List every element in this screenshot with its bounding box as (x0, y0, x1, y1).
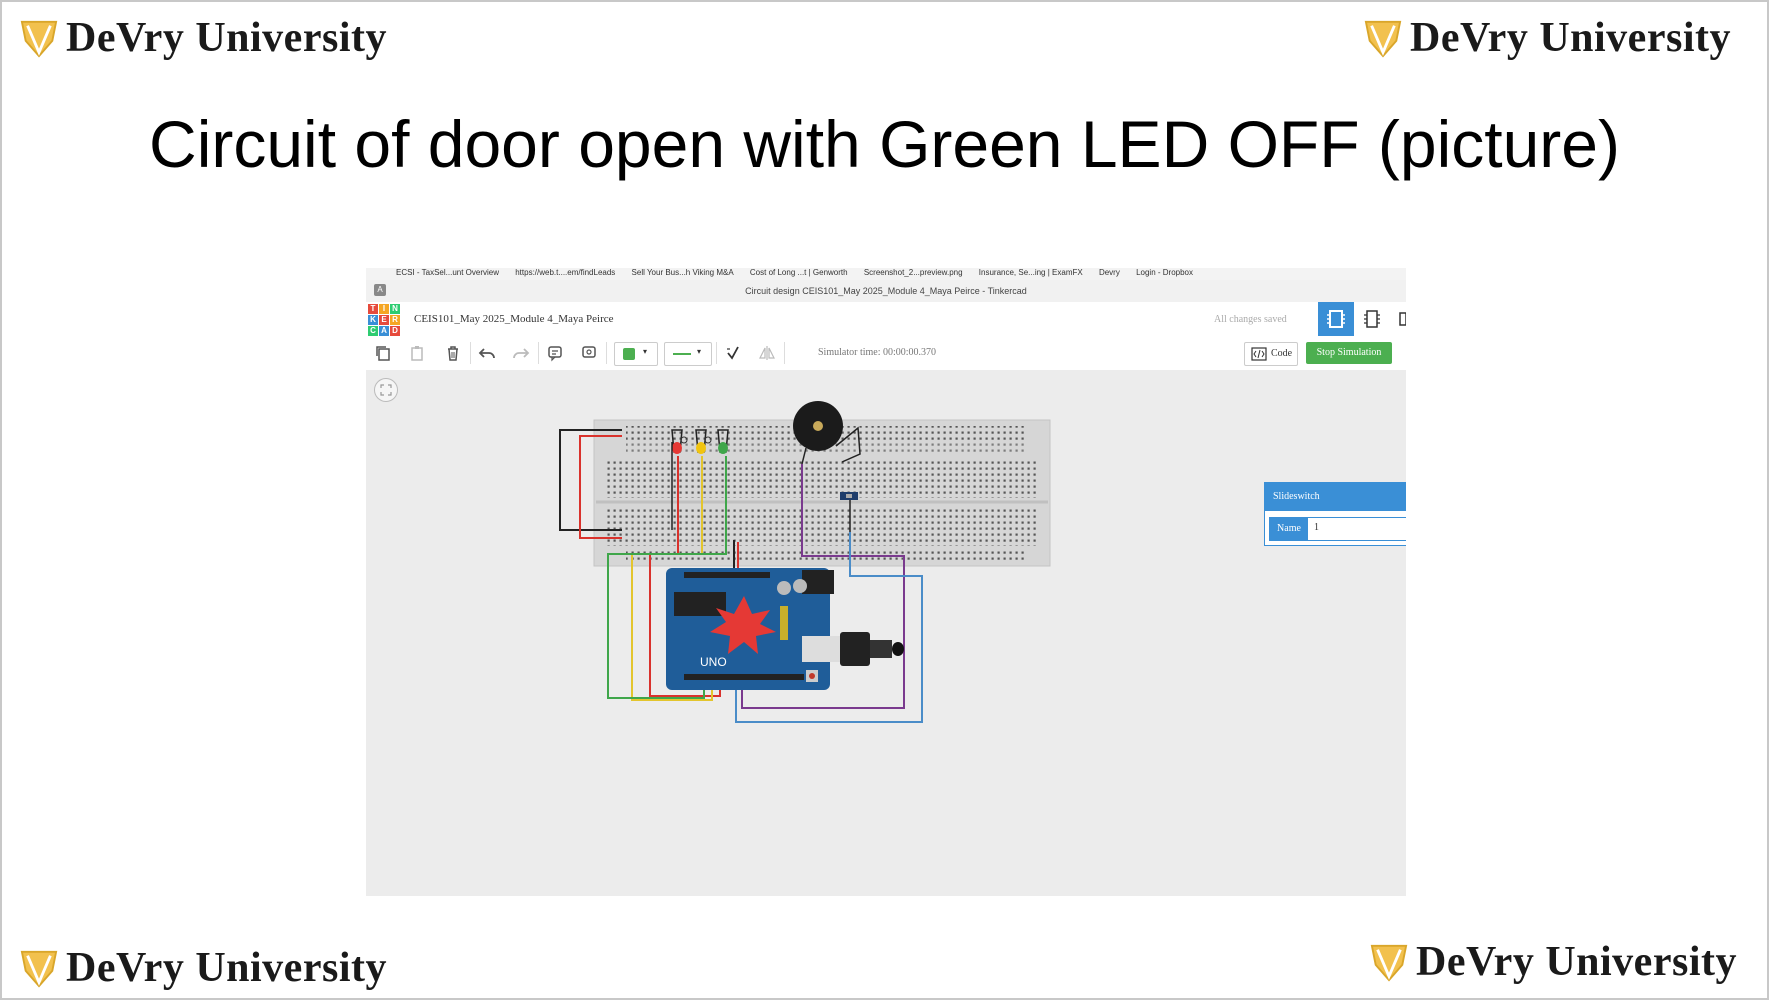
bookmark-item[interactable]: Sell Your Bus...h Viking M&A (632, 268, 734, 277)
chip-icon (1327, 310, 1345, 328)
circuit-canvas[interactable]: UNO Slideswitch Name 1 (366, 370, 1406, 896)
copy-icon[interactable] (374, 344, 392, 362)
devry-shield-icon (20, 20, 58, 58)
simulator-time: Simulator time: 00:00:00.370 (818, 347, 937, 358)
rotate-icon[interactable] (724, 344, 742, 362)
chevron-down-icon: ▾ (643, 347, 648, 356)
name-value[interactable]: 1 (1314, 522, 1319, 533)
toolbar-divider (716, 342, 717, 364)
app-header: T I N K E R C A D CEIS101_May 2025_Modul… (366, 302, 1406, 337)
wire-style-icon (673, 353, 691, 355)
inspector-panel: Slideswitch Name 1 (1264, 482, 1406, 546)
undo-icon[interactable] (478, 344, 496, 362)
logo-letter: K (368, 315, 378, 325)
stop-simulation-button[interactable]: Stop Simulation (1306, 342, 1392, 364)
toolbar-divider (538, 342, 539, 364)
bookmark-item[interactable]: Cost of Long ...t | Genworth (750, 268, 848, 277)
schematic-view-button[interactable] (1354, 302, 1390, 336)
color-swatch (623, 348, 635, 360)
list-icon (1399, 312, 1406, 326)
color-picker[interactable]: ▾ (614, 342, 658, 366)
logo-letter: E (379, 315, 389, 325)
devry-shield-icon (20, 950, 58, 988)
window-title: Circuit design CEIS101_May 2025_Module 4… (745, 286, 1027, 296)
flip-icon[interactable] (758, 344, 776, 362)
save-status: All changes saved (1214, 314, 1287, 325)
code-button[interactable]: Code (1244, 342, 1298, 366)
arduino-uno[interactable]: UNO (666, 568, 834, 690)
circuit-view-button[interactable] (1318, 302, 1354, 336)
paste-icon[interactable] (408, 344, 426, 362)
bookmark-item[interactable]: Screenshot_2...preview.png (864, 268, 963, 277)
bookmarks-bar: ECSI - TaxSel...unt Overview https://web… (366, 268, 1406, 280)
logo-letter: I (379, 304, 389, 314)
brand-name: DeVry University (66, 15, 387, 61)
brand-name: DeVry University (66, 945, 387, 991)
bookmark-item[interactable]: https://web.t....em/findLeads (515, 268, 615, 277)
inspector-header: Slideswitch (1265, 483, 1406, 511)
devry-logo-top-left: DeVry University (20, 14, 387, 62)
logo-letter: A (379, 326, 389, 336)
editor-toolbar: ▾ ▾ Simulator time: 00:00:00.370 Code St… (366, 336, 1406, 371)
logo-letter: R (390, 315, 400, 325)
schematic-icon (1364, 310, 1380, 328)
toggle-notes-icon[interactable] (580, 344, 598, 362)
bookmark-item[interactable]: Login - Dropbox (1136, 268, 1193, 277)
name-label: Name (1270, 518, 1308, 540)
devry-logo-bottom-right: DeVry University (1370, 938, 1737, 986)
component-list-button[interactable] (1390, 302, 1406, 336)
toolbar-divider (784, 342, 785, 364)
wire-type-picker[interactable]: ▾ (664, 342, 712, 366)
code-icon (1251, 347, 1267, 361)
piezo-buzzer[interactable] (793, 401, 843, 451)
redo-icon[interactable] (512, 344, 530, 362)
bookmark-item[interactable]: Devry (1099, 268, 1120, 277)
toolbar-divider (606, 342, 607, 364)
tinkercad-logo[interactable]: T I N K E R C A D (368, 304, 400, 336)
logo-letter: D (390, 326, 400, 336)
brand-name: DeVry University (1410, 15, 1731, 61)
usb-cable[interactable] (802, 632, 904, 666)
bookmark-item[interactable]: Insurance, Se...ing | ExamFX (979, 268, 1083, 277)
toolbar-divider (470, 342, 471, 364)
project-name[interactable]: CEIS101_May 2025_Module 4_Maya Peirce (414, 313, 614, 325)
logo-letter: C (368, 326, 378, 336)
delete-icon[interactable] (444, 344, 462, 362)
devry-logo-bottom-left: DeVry University (20, 944, 387, 992)
code-label: Code (1271, 348, 1293, 359)
svg-text:UNO: UNO (700, 655, 727, 669)
component-title: Slideswitch (1273, 491, 1320, 502)
tinkercad-screenshot: ECSI - TaxSel...unt Overview https://web… (366, 268, 1406, 896)
slide-title: Circuit of door open with Green LED OFF … (149, 107, 1620, 181)
logo-letter: T (368, 304, 378, 314)
note-icon[interactable] (546, 344, 564, 362)
devry-shield-icon (1370, 944, 1408, 982)
devry-shield-icon (1364, 20, 1402, 58)
devry-logo-top-right: DeVry University (1364, 14, 1731, 62)
brand-name: DeVry University (1416, 939, 1737, 985)
logo-letter: N (390, 304, 400, 314)
slide-switch[interactable] (840, 492, 858, 500)
browser-title-bar: A Circuit design CEIS101_May 2025_Module… (366, 280, 1406, 303)
bookmark-item[interactable]: ECSI - TaxSel...unt Overview (396, 268, 499, 277)
name-field[interactable]: Name 1 (1269, 517, 1406, 541)
circuit-drawing: UNO (559, 401, 1051, 723)
chevron-down-icon: ▾ (697, 347, 702, 356)
